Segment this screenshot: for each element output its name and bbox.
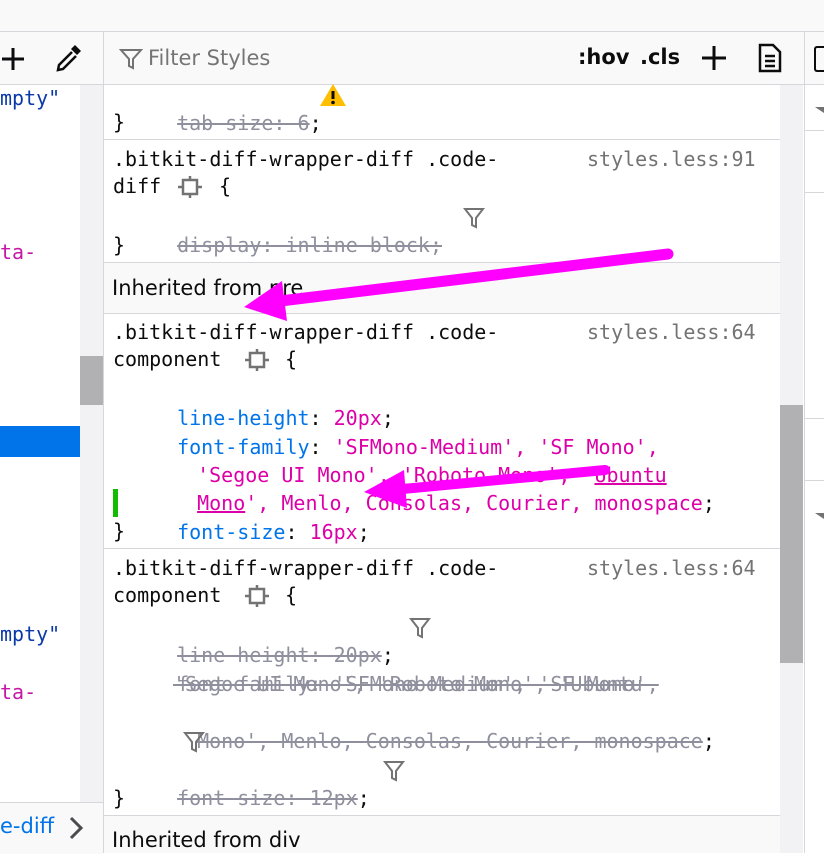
annotation-arrow-inherited <box>244 248 674 321</box>
annotation-arrow-font-size <box>364 465 610 508</box>
annotation-arrows <box>244 248 674 508</box>
